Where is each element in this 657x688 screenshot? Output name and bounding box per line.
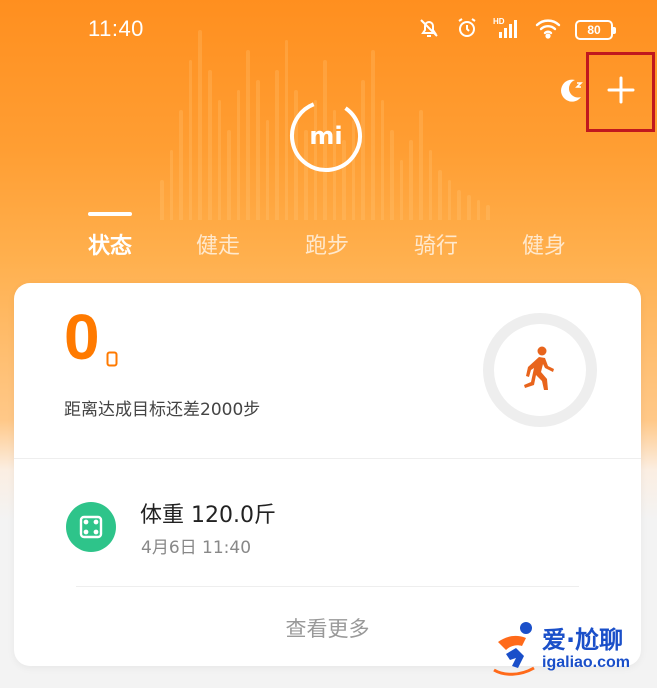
watermark-runner-icon <box>493 622 535 676</box>
active-tab-indicator <box>88 212 132 216</box>
logo-text: mi <box>309 122 342 150</box>
tab-walking[interactable]: 健走 <box>196 228 240 260</box>
mi-logo: mi <box>286 96 366 176</box>
mute-icon <box>417 16 441 44</box>
alarm-icon <box>455 16 479 44</box>
tab-fitness[interactable]: 健身 <box>522 228 566 260</box>
tab-running[interactable]: 跑步 <box>305 228 349 260</box>
activity-card: 0 距离达成目标还差2000步 体重 120.0斤 4月6日 11:40 查看更… <box>14 283 641 666</box>
weight-date: 4月6日 11:40 <box>141 538 252 558</box>
walking-icon <box>522 346 558 394</box>
add-device-button[interactable] <box>586 52 655 132</box>
status-bar: 11:40 HD 80 <box>0 0 657 60</box>
status-icons: HD 80 <box>417 16 616 44</box>
watermark-url: igaliao.com <box>542 654 631 671</box>
battery-icon: 80 <box>575 20 616 40</box>
tab-cycling[interactable]: 骑行 <box>414 228 458 260</box>
tab-status[interactable]: 状态 <box>88 228 132 260</box>
scale-icon <box>66 502 116 552</box>
list-divider <box>76 586 579 587</box>
walk-progress-ring[interactable] <box>483 313 597 427</box>
wifi-icon <box>535 17 561 43</box>
moon-icon[interactable] <box>555 76 585 106</box>
activity-tabs: 状态 健走 跑步 骑行 健身 <box>0 210 657 260</box>
watermark-logo: 爱·尬聊 igaliao.com <box>492 620 652 682</box>
add-icon <box>606 75 636 109</box>
svg-text:HD: HD <box>493 17 505 26</box>
weight-record-item[interactable]: 体重 120.0斤 4月6日 11:40 <box>14 459 641 587</box>
watermark-title: 爱·尬聊 <box>542 626 624 654</box>
phone-icon <box>106 351 118 367</box>
hd-signal-icon: HD <box>493 16 521 44</box>
weight-value: 体重 120.0斤 <box>140 503 276 528</box>
status-time: 11:40 <box>88 16 144 41</box>
step-goal-text: 距离达成目标还差2000步 <box>64 400 261 420</box>
steps-count[interactable]: 0 <box>64 305 100 369</box>
